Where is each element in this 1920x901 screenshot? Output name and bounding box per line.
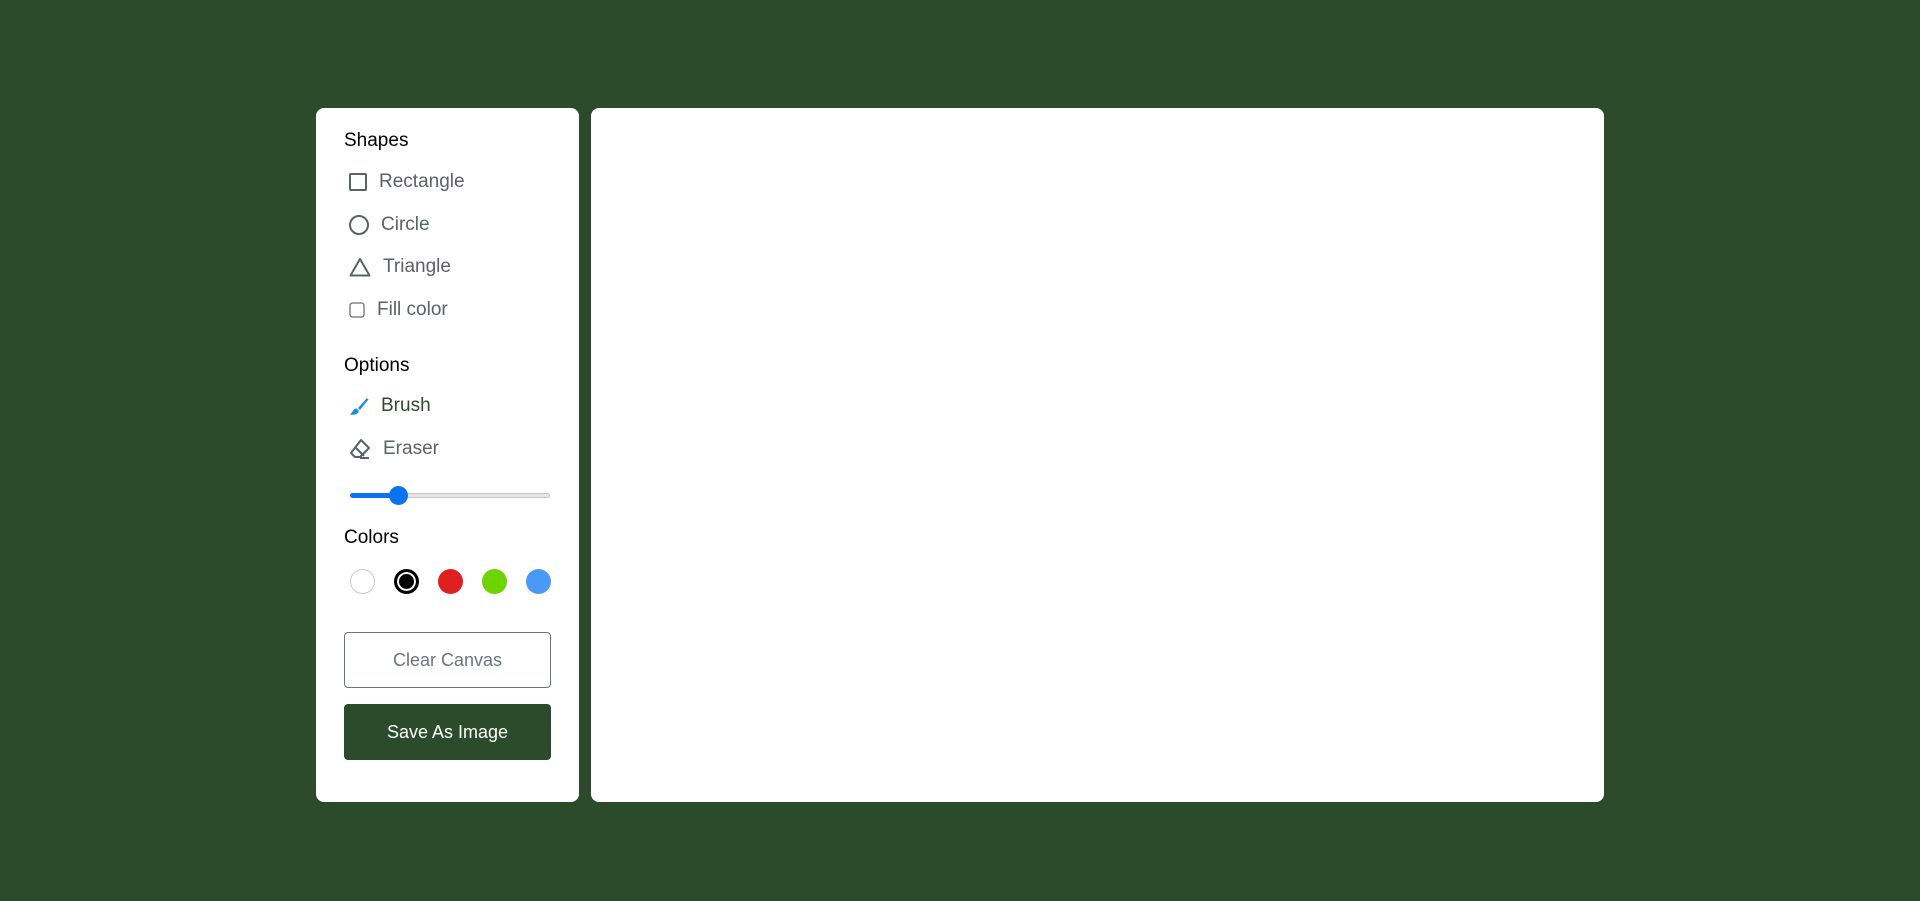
color-swatch-4[interactable] (526, 569, 551, 594)
shape-rectangle-label: Rectangle (379, 171, 465, 192)
shape-circle-label: Circle (381, 214, 430, 235)
checkbox-icon (349, 302, 365, 318)
color-swatch-1[interactable] (394, 569, 419, 594)
color-swatch-3[interactable] (482, 569, 507, 594)
drawing-canvas[interactable] (591, 108, 1604, 802)
rectangle-icon (349, 173, 367, 191)
option-eraser[interactable]: Eraser (349, 438, 439, 460)
option-brush-label: Brush (381, 395, 431, 416)
slider-thumb[interactable] (388, 486, 408, 505)
shape-rectangle[interactable]: Rectangle (349, 171, 465, 193)
shape-circle[interactable]: Circle (349, 214, 430, 236)
shape-triangle-label: Triangle (383, 256, 451, 277)
option-eraser-label: Eraser (383, 438, 439, 459)
triangle-icon (349, 258, 371, 277)
option-brush[interactable]: Brush (349, 395, 431, 417)
tools-panel: Shapes Rectangle Circle Triangle Fill co… (316, 108, 579, 802)
color-swatch-0[interactable] (350, 569, 375, 594)
color-swatches (350, 569, 551, 594)
options-title: Options (344, 355, 410, 376)
fill-color-label: Fill color (377, 299, 448, 320)
eraser-icon (350, 439, 370, 459)
brush-icon (350, 398, 369, 415)
fill-color-checkbox[interactable]: Fill color (349, 299, 448, 321)
color-swatch-2[interactable] (438, 569, 463, 594)
clear-canvas-button[interactable]: Clear Canvas (344, 632, 551, 688)
colors-title: Colors (344, 527, 399, 548)
save-image-button[interactable]: Save As Image (344, 704, 551, 760)
shapes-title: Shapes (344, 130, 409, 151)
shape-triangle[interactable]: Triangle (349, 256, 451, 278)
circle-icon (349, 215, 369, 235)
